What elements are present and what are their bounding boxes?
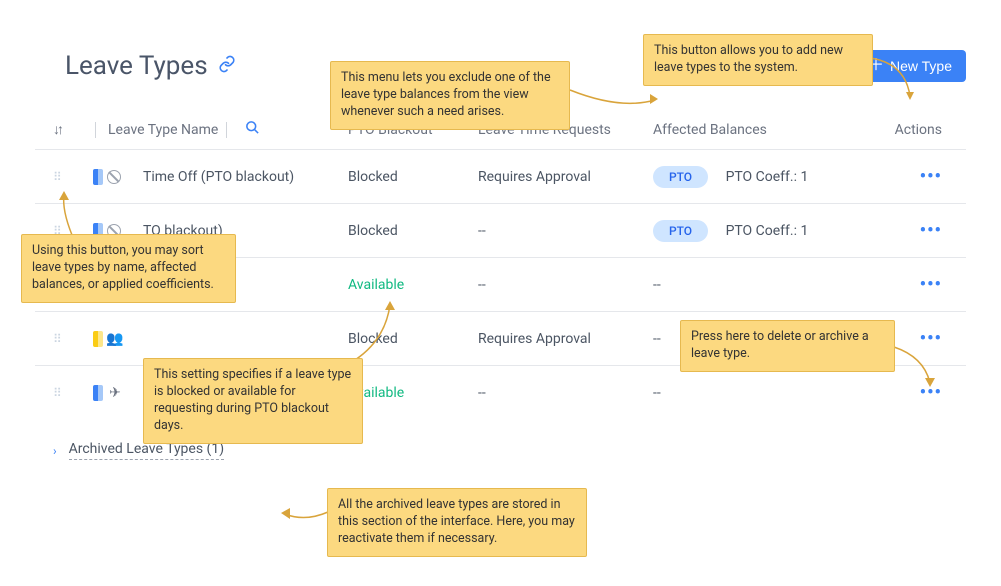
leave-type-name: Time Off (PTO blackout): [143, 169, 294, 185]
arrow-icon: [894, 347, 944, 396]
request-policy: --: [478, 385, 653, 401]
row-actions-button[interactable]: •••: [920, 220, 942, 241]
archived-label[interactable]: Archived Leave Types (1): [69, 441, 224, 460]
pto-status: Available: [348, 277, 478, 293]
callout-archived: All the archived leave types are stored …: [327, 488, 587, 557]
callout-pto: This setting specifies if a leave type i…: [143, 358, 363, 444]
affected-balances: --: [653, 385, 878, 401]
callout-filter: This menu lets you exclude one of the le…: [330, 61, 570, 130]
arrow-icon: [570, 90, 660, 124]
callout-new-type: This button allows you to add new leave …: [643, 34, 873, 86]
people-icon: 👥: [107, 331, 123, 347]
permalink-icon[interactable]: [218, 55, 236, 78]
request-policy: Requires Approval: [478, 169, 653, 185]
drag-handle-icon[interactable]: ⠿: [53, 386, 73, 400]
pto-status: Blocked: [348, 169, 478, 185]
row-actions-button[interactable]: •••: [920, 166, 942, 187]
blocked-icon: [107, 170, 121, 184]
pto-status: Blocked: [348, 223, 478, 239]
page-title: Leave Types: [65, 51, 208, 81]
pto-status: Available: [348, 385, 478, 401]
drag-handle-icon[interactable]: ⠿: [53, 332, 73, 346]
pto-badge: PTO: [653, 220, 708, 242]
coeff-text: PTO Coeff.: 1: [726, 223, 809, 239]
callout-actions: Press here to delete or archive a leave …: [680, 320, 895, 372]
separator: [226, 122, 227, 138]
col-affected-label: Affected Balances: [653, 122, 878, 138]
row-actions-button[interactable]: •••: [920, 274, 942, 295]
request-policy: Requires Approval: [478, 331, 653, 347]
col-actions-label: Actions: [878, 122, 948, 138]
separator: [95, 122, 96, 138]
request-policy: --: [478, 223, 653, 239]
sort-button[interactable]: ↓↑: [53, 121, 61, 138]
table-row: ⠿ Time Off (PTO blackout) Blocked Requir…: [35, 149, 966, 203]
pto-badge: PTO: [653, 166, 708, 188]
plane-icon: ✈: [107, 385, 123, 401]
arrow-icon: [280, 502, 330, 531]
col-name-label: Leave Type Name: [108, 122, 218, 138]
color-bar-icon: [93, 385, 103, 401]
request-policy: --: [478, 277, 653, 293]
color-bar-icon: [93, 331, 103, 347]
color-bar-icon: [93, 169, 103, 185]
arrow-icon: [870, 58, 920, 112]
coeff-text: PTO Coeff.: 1: [726, 169, 809, 185]
search-icon[interactable]: [245, 120, 260, 139]
callout-sort: Using this button, you may sort leave ty…: [21, 234, 236, 303]
drag-handle-icon[interactable]: ⠿: [53, 170, 73, 184]
affected-balances: --: [653, 277, 878, 293]
row-actions-button[interactable]: •••: [920, 328, 942, 349]
expand-icon[interactable]: ›: [53, 444, 57, 458]
